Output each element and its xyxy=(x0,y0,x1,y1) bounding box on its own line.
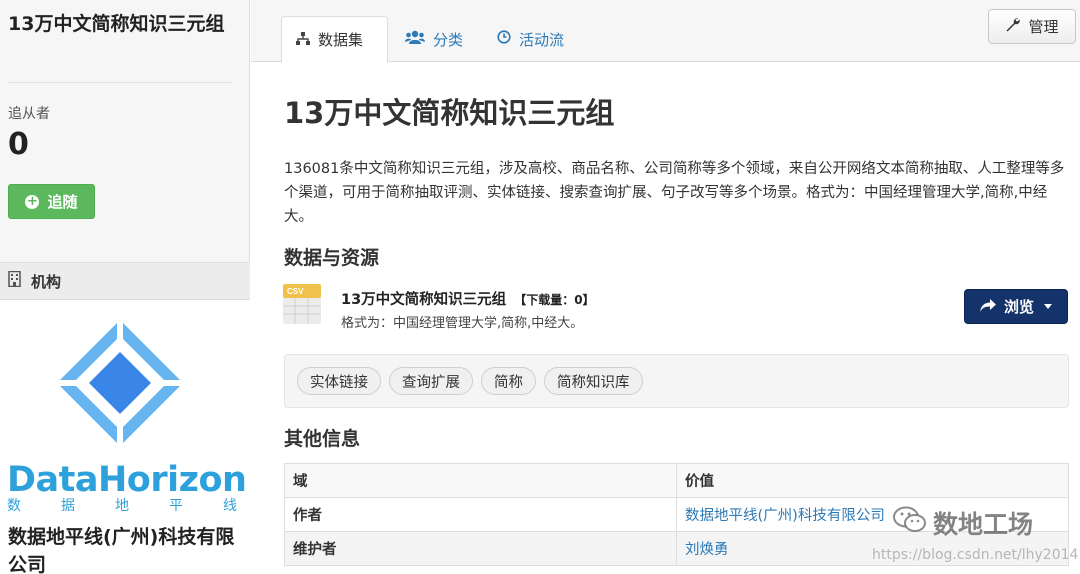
organization-header-label: 机构 xyxy=(31,272,62,291)
resource-name: 13万中文简称知识三元组 xyxy=(341,292,507,308)
tab-category[interactable]: 分类 xyxy=(391,16,481,62)
main-content: 数据集 分类 活动流 管理 13万中文简称知识三元组 136081条中文简称知识… xyxy=(251,0,1080,574)
table-row-key: 作者 xyxy=(284,497,677,532)
tag-item[interactable]: 实体链接 xyxy=(297,367,381,395)
browse-button[interactable]: 浏览 xyxy=(964,289,1068,324)
organization-brand-subtitle: 数 据 地 平 线 xyxy=(7,495,237,515)
resource-download-count: 【下载量：0】 xyxy=(514,293,595,307)
follow-button[interactable]: + 追随 xyxy=(8,184,95,219)
watermark: 数地工场 xyxy=(893,505,1033,541)
tag-list: 实体链接 查询扩展 简称 简称知识库 xyxy=(284,354,1069,408)
tab-bar: 数据集 分类 活动流 管理 xyxy=(251,0,1080,63)
dataset-title: 13万中文简称知识三元组 xyxy=(284,96,615,130)
dataset-description: 136081条中文简称知识三元组，涉及高校、商品名称、公司简称等多个领域，来自公… xyxy=(284,161,1065,225)
follow-button-label: 追随 xyxy=(47,193,78,211)
other-info-heading: 其他信息 xyxy=(284,428,361,450)
organization-brand: DataHorizon xyxy=(7,460,247,500)
brand-sub-char: 线 xyxy=(223,498,237,514)
plus-circle-icon: + xyxy=(25,193,40,209)
followers-count: 0 xyxy=(8,127,29,162)
tab-dataset[interactable]: 数据集 xyxy=(281,16,388,63)
resource-format: 格式为：中国经理管理大学,简称,中经大。 xyxy=(341,316,584,331)
sidebar: 13万中文简称知识三元组 追从者 0 + 追随 机构 DataHorizon 数… xyxy=(0,0,250,574)
author-link[interactable]: 数据地平线(广州)科技有限公司 xyxy=(685,508,885,524)
tag-item[interactable]: 简称 xyxy=(481,367,536,395)
csv-file-icon: CSV xyxy=(283,284,321,324)
brand-sub-char: 数 xyxy=(7,498,21,514)
browse-button-label: 浏览 xyxy=(1003,298,1034,316)
share-arrow-icon xyxy=(979,298,996,316)
tab-category-label: 分类 xyxy=(433,30,464,49)
sitemap-icon xyxy=(296,31,310,49)
tab-dataset-label: 数据集 xyxy=(318,31,364,49)
brand-sub-char: 平 xyxy=(169,498,183,514)
manage-button[interactable]: 管理 xyxy=(988,9,1076,44)
building-icon xyxy=(8,270,21,291)
table-header-row: 域 价值 xyxy=(284,463,1069,498)
followers-label: 追从者 xyxy=(8,106,50,122)
tab-activity-stream[interactable]: 活动流 xyxy=(483,16,587,62)
sidebar-divider xyxy=(8,82,232,83)
watermark-text: 数地工场 xyxy=(933,510,1034,539)
tag-item[interactable]: 查询扩展 xyxy=(389,367,473,395)
table-header-value: 价值 xyxy=(676,463,1069,498)
organization-header: 机构 xyxy=(0,262,250,300)
brand-sub-char: 据 xyxy=(61,498,75,514)
tab-activity-stream-label: 活动流 xyxy=(519,30,565,49)
datahorizon-logo-icon[interactable] xyxy=(55,318,185,448)
resource-item: CSV 13万中文简称知识三元组 【下载量：0】 格式为：中国经理管理大学,简称,… xyxy=(281,282,1071,332)
csv-icon-label: CSV xyxy=(287,287,304,296)
brand-sub-char: 地 xyxy=(115,498,129,514)
caret-down-icon xyxy=(1044,304,1052,309)
resource-name-link[interactable]: 13万中文简称知识三元组 【下载量：0】 xyxy=(341,288,595,309)
maintainer-link[interactable]: 刘焕勇 xyxy=(685,542,729,558)
users-icon xyxy=(405,30,425,48)
organization-name-link[interactable]: 数据地平线(广州)科技有限公司 xyxy=(8,523,238,574)
manage-button-label: 管理 xyxy=(1028,18,1059,36)
wrench-icon xyxy=(1005,17,1021,36)
sidebar-dataset-title: 13万中文简称知识三元组 xyxy=(8,13,225,35)
clock-icon xyxy=(497,30,511,48)
wechat-icon xyxy=(893,506,927,540)
resources-heading: 数据与资源 xyxy=(284,247,380,269)
table-row-key: 维护者 xyxy=(284,531,677,566)
table-header-key: 域 xyxy=(284,463,677,498)
tag-item[interactable]: 简称知识库 xyxy=(544,367,643,395)
watermark-url: https://blog.csdn.net/lhy2014 xyxy=(872,547,1079,563)
